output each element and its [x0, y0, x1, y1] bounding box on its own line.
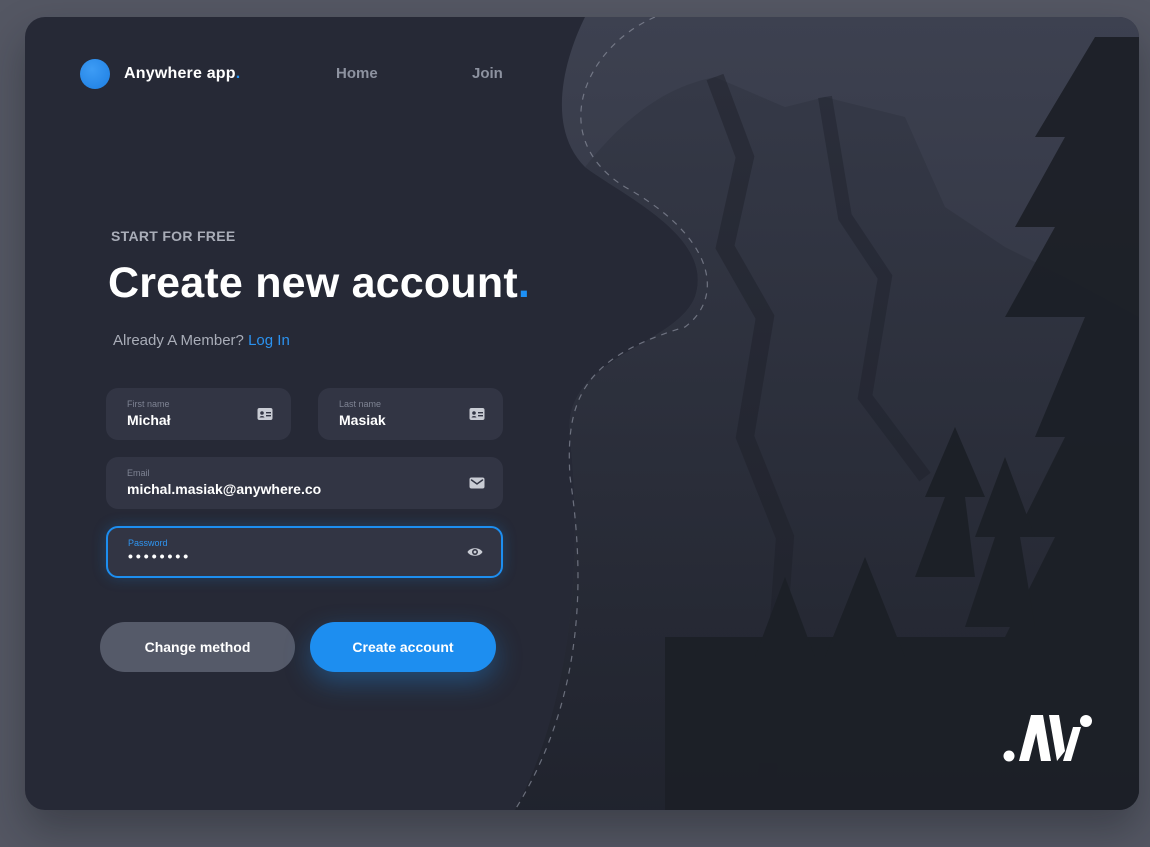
first-name-field[interactable]: First name Michał	[106, 388, 291, 440]
eyebrow-text: START FOR FREE	[111, 228, 236, 244]
title-dot: .	[517, 259, 530, 307]
eye-icon[interactable]	[467, 544, 483, 560]
password-field[interactable]: Password ••••••••	[106, 526, 503, 578]
brand-logo-icon	[80, 59, 110, 89]
brand[interactable]: Anywhere app.	[80, 59, 240, 89]
change-method-button[interactable]: Change method	[100, 622, 295, 672]
contact-card-icon	[469, 408, 485, 420]
last-name-label: Last name	[339, 399, 382, 409]
page-title: Create new account.	[108, 259, 530, 308]
email-field[interactable]: Email michal.masiak@anywhere.co	[106, 457, 503, 509]
create-account-button[interactable]: Create account	[310, 622, 496, 672]
login-link[interactable]: Log In	[248, 332, 290, 349]
nav-join-link[interactable]: Join	[472, 65, 503, 82]
first-name-label: First name	[127, 399, 170, 409]
email-value[interactable]: michal.masiak@anywhere.co	[127, 481, 321, 497]
aw-logo-icon	[1003, 715, 1092, 762]
last-name-field[interactable]: Last name Masiak	[318, 388, 503, 440]
password-value[interactable]: ••••••••	[128, 548, 191, 564]
nav-home-link[interactable]: Home	[336, 65, 378, 82]
email-label: Email	[127, 468, 150, 478]
brand-dot: .	[235, 65, 241, 82]
contact-card-icon	[257, 408, 273, 420]
last-name-value[interactable]: Masiak	[339, 412, 386, 428]
first-name-value[interactable]: Michał	[127, 412, 171, 428]
password-label: Password	[128, 538, 168, 548]
member-text: Already A Member?	[113, 332, 244, 349]
title-text: Create new account	[108, 259, 518, 307]
signup-card: Anywhere app. Home Join START FOR FREE C…	[25, 17, 1139, 810]
mail-icon	[469, 477, 485, 489]
member-prompt: Already A Member? Log In	[113, 332, 290, 349]
brand-name: Anywhere app	[124, 65, 236, 82]
